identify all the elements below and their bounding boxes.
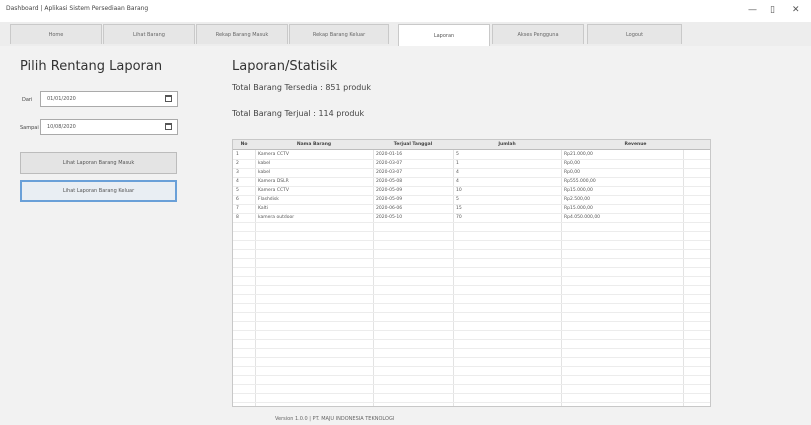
cell-jumlah: 5: [456, 197, 459, 202]
column-header-jumlah[interactable]: Jumlah: [453, 140, 561, 149]
total-available: Total Barang Tersedia : 851 produk: [232, 83, 371, 92]
footer-version: Version 1.0.0 | PT. MAJU INDONESIA TEKNO…: [275, 416, 395, 422]
cell-no: 7: [236, 206, 239, 211]
cell-jumlah: 70: [456, 215, 462, 220]
tab-home[interactable]: Home: [10, 24, 102, 44]
cell-nama-barang: kamera outdoor: [258, 215, 295, 220]
table-header: No Nama Barang Terjual Tanggal Jumlah Re…: [233, 140, 710, 150]
cell-terjual-tanggal: 2020-03-07: [376, 170, 403, 175]
calendar-icon[interactable]: [165, 123, 172, 130]
cell-jumlah: 5: [456, 152, 459, 157]
report-table[interactable]: No Nama Barang Terjual Tanggal Jumlah Re…: [232, 139, 711, 407]
window-title: Dashboard | Aplikasi Sistem Persediaan B…: [6, 5, 149, 12]
cell-terjual-tanggal: 2020-05-10: [376, 215, 403, 220]
cell-jumlah: 15: [456, 206, 462, 211]
cell-revenue: Rp2.500,00: [564, 197, 591, 202]
cell-terjual-tanggal: 2020-05-08: [376, 179, 403, 184]
cell-terjual-tanggal: 2020-05-09: [376, 188, 403, 193]
cell-nama-barang: Kalti: [258, 206, 268, 211]
tab-bar: Home Lihat Barang Rekap Barang Masuk Rek…: [0, 22, 811, 47]
minimize-button[interactable]: —: [748, 6, 757, 15]
cell-revenue: Rp555.000,00: [564, 179, 596, 184]
total-sold: Total Barang Terjual : 114 produk: [232, 109, 365, 118]
from-date-value: 01/01/2020: [47, 96, 76, 102]
table-row[interactable]: [233, 393, 710, 403]
column-header-revenue[interactable]: Revenue: [561, 140, 710, 149]
view-incoming-report-button[interactable]: Lihat Laporan Barang Masuk: [20, 152, 177, 174]
cell-nama-barang: Kamera CCTV: [258, 152, 289, 157]
cell-jumlah: 4: [456, 179, 459, 184]
cell-terjual-tanggal: 2020-06-06: [376, 206, 403, 211]
from-label: Dari: [22, 97, 33, 103]
cell-revenue: Rp15.000,00: [564, 206, 593, 211]
close-button[interactable]: ✕: [792, 6, 800, 15]
to-date-field[interactable]: 10/08/2020: [40, 119, 178, 135]
tab-rekap-barang-keluar[interactable]: Rekap Barang Keluar: [289, 24, 389, 44]
title-bar: Dashboard | Aplikasi Sistem Persediaan B…: [0, 0, 811, 22]
tab-lihat-barang[interactable]: Lihat Barang: [103, 24, 195, 44]
cell-jumlah: 4: [456, 170, 459, 175]
cell-jumlah: 10: [456, 188, 462, 193]
cell-no: 3: [236, 170, 239, 175]
cell-nama-barang: kabel: [258, 161, 271, 166]
tab-logout[interactable]: Logout: [587, 24, 682, 44]
tab-rekap-barang-masuk[interactable]: Rekap Barang Masuk: [196, 24, 288, 44]
to-label: Sampai: [20, 125, 39, 131]
cell-no: 8: [236, 215, 239, 220]
cell-no: 5: [236, 188, 239, 193]
cell-no: 2: [236, 161, 239, 166]
column-header-no[interactable]: No: [233, 140, 255, 149]
cell-no: 6: [236, 197, 239, 202]
report-title: Laporan/Statisik: [232, 59, 338, 74]
cell-nama-barang: Kamera CCTV: [258, 188, 289, 193]
main-panel: Pilih Rentang Laporan Dari 01/01/2020 Sa…: [0, 46, 811, 425]
cell-terjual-tanggal: 2020-03-07: [376, 161, 403, 166]
cell-nama-barang: Kamera DSLR: [258, 179, 289, 184]
cell-revenue: Rp21.000,00: [564, 152, 593, 157]
cell-terjual-tanggal: 2020-01-16: [376, 152, 403, 157]
cell-revenue: Rp15.000,00: [564, 188, 593, 193]
calendar-icon[interactable]: [165, 95, 172, 102]
cell-terjual-tanggal: 2020-05-09: [376, 197, 403, 202]
from-date-field[interactable]: 01/01/2020: [40, 91, 178, 107]
range-title: Pilih Rentang Laporan: [20, 59, 163, 74]
to-date-value: 10/08/2020: [47, 124, 76, 130]
cell-nama-barang: kabel: [258, 170, 271, 175]
cell-nama-barang: Flashdisk: [258, 197, 279, 202]
view-outgoing-report-button[interactable]: Lihat Laporan Barang Keluar: [20, 180, 177, 202]
cell-revenue: Rp4.050.000,00: [564, 215, 601, 220]
maximize-button[interactable]: ▯: [770, 6, 775, 15]
tab-laporan[interactable]: Laporan: [398, 24, 490, 47]
column-header-terjual-tanggal[interactable]: Terjual Tanggal: [373, 140, 453, 149]
cell-revenue: Rp0,00: [564, 170, 581, 175]
column-header-nama-barang[interactable]: Nama Barang: [255, 140, 373, 149]
cell-no: 4: [236, 179, 239, 184]
cell-no: 1: [236, 152, 239, 157]
cell-revenue: Rp0,00: [564, 161, 581, 166]
cell-jumlah: 1: [456, 161, 459, 166]
tab-akses-pengguna[interactable]: Akses Pengguna: [492, 24, 584, 44]
